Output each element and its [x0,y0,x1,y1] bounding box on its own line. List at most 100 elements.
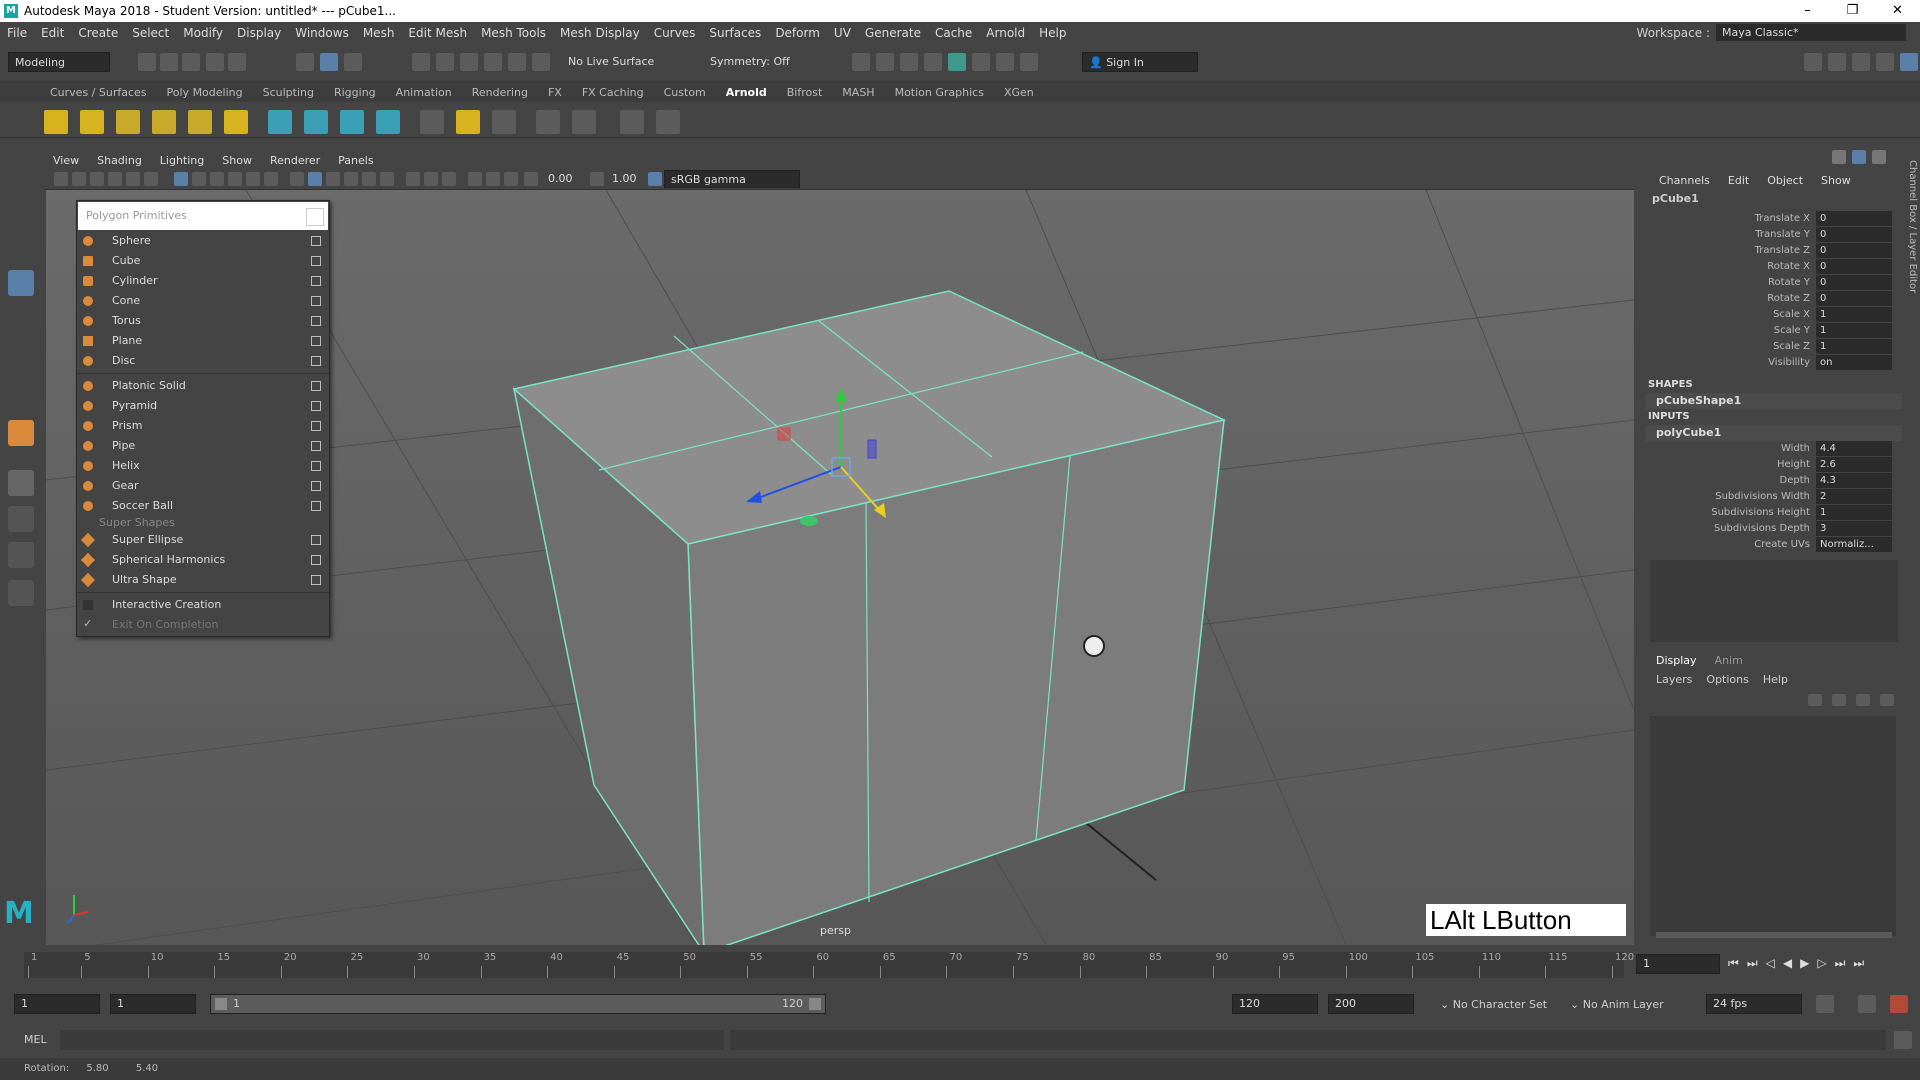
menu-item-soccer-ball[interactable]: Soccer Ball [77,496,329,516]
menu-deform[interactable]: Deform [768,26,827,40]
standin-icon[interactable] [268,110,292,134]
menu-item-interactive-creation[interactable]: Interactive Creation [77,595,329,615]
time-slider[interactable]: 1 5 10 15 20 25 30 35 40 45 50 55 60 65 70 75 80 85 90 95 10… [0,948,1920,982]
attribute-editor-icon[interactable] [1852,53,1870,71]
channel-row[interactable]: Rotate Z 0 [1646,291,1902,307]
menu-item-prism[interactable]: Prism [77,416,329,436]
channel-row[interactable]: Translate Y 0 [1646,227,1902,243]
shelf-tab-custom[interactable]: Custom [654,86,716,99]
wireframe-icon[interactable] [290,172,304,186]
channel-value[interactable]: 0 [1816,211,1892,226]
channel-value[interactable]: 0 [1816,243,1892,258]
shelf-tab-poly-modeling[interactable]: Poly Modeling [157,86,253,99]
step-forward-key-icon[interactable]: ⏭ [1835,956,1846,971]
menu-uv[interactable]: UV [827,26,858,40]
redo-icon[interactable] [228,53,246,71]
attribute-editor-small-icon[interactable] [1852,150,1866,164]
bookmark-icon[interactable] [90,172,104,186]
textured-icon[interactable] [344,172,358,186]
hypershade-icon[interactable] [948,53,966,71]
channel-box-menu-edit[interactable]: Edit [1719,174,1758,187]
menu-create[interactable]: Create [71,26,125,40]
option-box-icon[interactable] [311,296,321,306]
paint-select-tool-icon[interactable] [8,234,34,260]
menu-item-ultra-shape[interactable]: Ultra Shape [77,570,329,590]
animation-start-field[interactable]: 1 [14,994,100,1014]
select-by-object-icon[interactable] [320,53,338,71]
option-box-icon[interactable] [311,575,321,585]
channel-row[interactable]: Rotate Y 0 [1646,275,1902,291]
pause-icon[interactable] [1020,53,1038,71]
new-layer-icon[interactable] [1856,694,1870,706]
menu-item-torus[interactable]: Torus [77,311,329,331]
shelf-tab-xgen[interactable]: XGen [994,86,1044,99]
menu-item-cube[interactable]: Cube [77,251,329,271]
channel-row[interactable]: Scale Y 1 [1646,323,1902,339]
go-to-start-icon[interactable]: ⏮ [1728,956,1739,971]
panel-menu-lighting[interactable]: Lighting [151,154,213,167]
channel-value[interactable]: 4.3 [1816,473,1892,488]
channel-value[interactable]: 0 [1816,227,1892,242]
arnold-stop-icon[interactable] [996,53,1014,71]
selected-object-name[interactable]: pCube1 [1646,190,1902,207]
anim-layer-dropdown[interactable]: ⌄ No Anim Layer [1570,998,1664,1011]
playback-end-field[interactable]: 120 [1232,994,1318,1014]
snap-view-plane-icon[interactable] [484,53,502,71]
input-node-name[interactable]: polyCube1 [1646,425,1902,441]
shelf-tab-bifrost[interactable]: Bifrost [777,86,833,99]
tool-settings-icon[interactable] [1876,53,1894,71]
animation-end-field[interactable]: 200 [1328,994,1414,1014]
outliner-layout-icon[interactable] [8,580,34,606]
symmetry-dropdown[interactable]: Symmetry: Off [704,52,814,72]
motion-blur-icon[interactable] [424,172,438,186]
open-scene-icon[interactable] [160,53,178,71]
new-scene-icon[interactable] [138,53,156,71]
channel-value[interactable]: 0 [1816,291,1892,306]
option-box-icon[interactable] [311,401,321,411]
render-settings-icon[interactable] [924,53,942,71]
shelf-tab-motion-graphics[interactable]: Motion Graphics [885,86,994,99]
time-slider-track[interactable]: 1 5 10 15 20 25 30 35 40 45 50 55 60 65 70 75 80 85 90 95 10… [24,952,1634,978]
select-camera-icon[interactable] [54,172,68,186]
grid-toggle-icon[interactable] [174,172,188,186]
shelf-tab-mash[interactable]: MASH [832,86,884,99]
character-set-dropdown[interactable]: ⌄ No Character Set [1440,998,1547,1011]
menu-mesh-tools[interactable]: Mesh Tools [474,26,553,40]
menu-generate[interactable]: Generate [858,26,928,40]
view-transform-dropdown[interactable]: sRGB gamma [664,170,800,188]
shadows-icon[interactable] [380,172,394,186]
panel-menu-shading[interactable]: Shading [88,154,151,167]
panel-menu-renderer[interactable]: Renderer [261,154,329,167]
arnold-render-view-icon[interactable] [620,110,644,134]
panel-menu-panels[interactable]: Panels [329,154,382,167]
menu-item-disc[interactable]: Disc [77,351,329,371]
channel-value[interactable]: 0 [1816,259,1892,274]
channel-row[interactable]: Scale Z 1 [1646,339,1902,355]
modeling-toolkit-icon[interactable] [1804,53,1822,71]
play-render-icon[interactable] [656,110,680,134]
channel-value[interactable]: 4.4 [1816,441,1892,456]
xray-joints-icon[interactable] [504,172,518,186]
new-layer-selected-icon[interactable] [1880,694,1894,706]
select-by-component-icon[interactable] [344,53,362,71]
option-box-icon[interactable] [311,421,321,431]
step-back-key-icon[interactable]: ⏭ [1747,956,1758,971]
menu-item-sphere[interactable]: Sphere [77,231,329,251]
select-tool-icon[interactable] [8,162,34,188]
exposure-icon[interactable] [524,172,538,186]
menu-item-pipe[interactable]: Pipe [77,436,329,456]
channel-row[interactable]: Width 4.4 [1646,441,1902,457]
menu-item-spherical-harmonics[interactable]: Spherical Harmonics [77,550,329,570]
isolate-select-icon[interactable] [468,172,482,186]
layer-menu-help[interactable]: Help [1763,673,1788,686]
close-button[interactable]: ✕ [1875,0,1920,22]
gamma-field[interactable]: 1.00 [606,170,642,188]
menu-help[interactable]: Help [1032,26,1073,40]
snap-grid-icon[interactable] [412,53,430,71]
wireframe-on-shaded-icon[interactable] [326,172,340,186]
shelf-tab-rendering[interactable]: Rendering [462,86,538,99]
xray-icon[interactable] [486,172,500,186]
curve-collector-icon[interactable] [376,110,400,134]
arnold-render-icon[interactable] [972,53,990,71]
tear-off-icon[interactable] [306,208,324,226]
